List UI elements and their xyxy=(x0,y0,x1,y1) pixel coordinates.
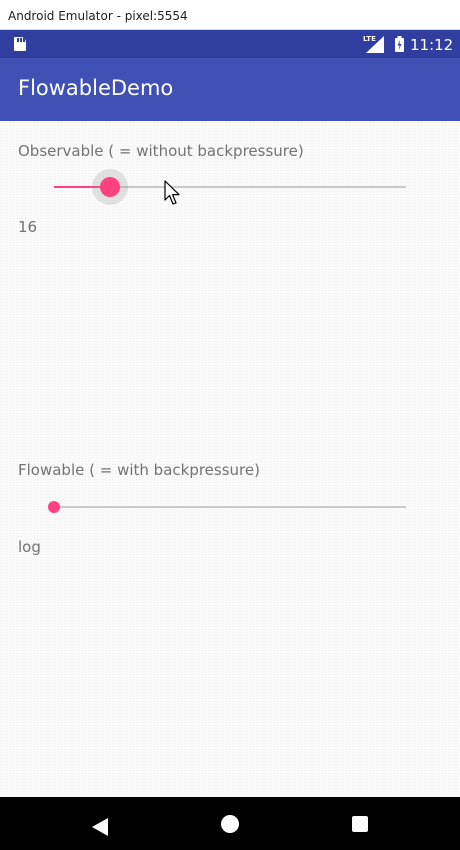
observable-slider-thumb[interactable] xyxy=(100,177,120,197)
app-bar: FlowableDemo xyxy=(0,58,460,121)
flowable-slider-thumb[interactable] xyxy=(48,501,60,513)
observable-value-text: 16 xyxy=(18,218,38,236)
back-icon[interactable] xyxy=(92,818,108,836)
battery-icon xyxy=(395,36,404,52)
status-clock: 11:12 xyxy=(410,36,454,54)
flowable-log-text: log xyxy=(18,538,41,556)
recents-icon[interactable] xyxy=(352,816,368,832)
home-icon[interactable] xyxy=(221,815,239,833)
flowable-slider[interactable] xyxy=(48,497,406,517)
emulator-window-title: Android Emulator - pixel:5554 xyxy=(8,9,188,23)
mouse-cursor-icon xyxy=(164,180,180,205)
sd-card-icon xyxy=(14,37,26,51)
flowable-label: Flowable ( = with backpressure) xyxy=(18,461,260,479)
flowable-slider-track xyxy=(54,506,406,508)
content-area: Observable ( = without backpressure) 16 … xyxy=(0,121,460,797)
observable-label: Observable ( = without backpressure) xyxy=(18,142,304,160)
signal-icon xyxy=(366,36,384,53)
observable-slider[interactable] xyxy=(54,169,406,205)
emulator-title-bar: Android Emulator - pixel:5554 xyxy=(0,0,460,30)
status-bar xyxy=(0,30,460,58)
app-title: FlowableDemo xyxy=(18,76,174,100)
